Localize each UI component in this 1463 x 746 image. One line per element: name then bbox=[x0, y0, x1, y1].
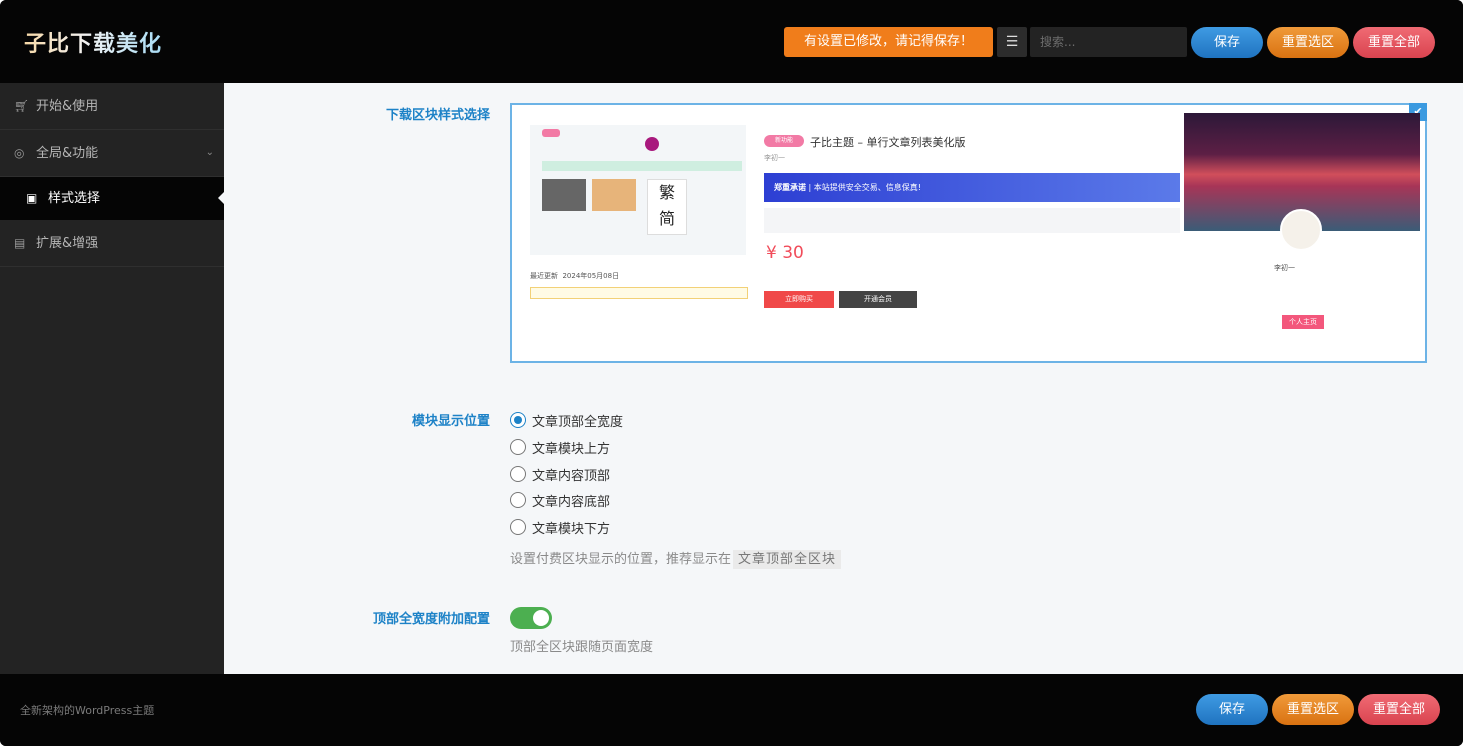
style-preview-option[interactable]: ✔ 繁 简 最近更新 2024年05月08日 新功能 子比主题 – 单行文章列表… bbox=[510, 103, 1427, 363]
preview-promise-text: 本站提供安全交易、信息保真! bbox=[813, 183, 921, 192]
option-label: 文章内容顶部 bbox=[532, 468, 611, 484]
sidebar-subitem-label: 样式选择 bbox=[48, 191, 101, 206]
radio-button[interactable] bbox=[510, 466, 526, 482]
sidebar-item-label: 开始&使用 bbox=[36, 99, 99, 114]
fullwidth-field-label: 顶部全宽度附加配置 bbox=[372, 612, 490, 627]
calendar-check-icon: ▤ bbox=[14, 236, 26, 250]
preview-avatar-dot bbox=[645, 137, 659, 151]
position-help-text: 设置付费区块显示的位置，推荐显示在 文章顶部全区块 bbox=[510, 548, 842, 569]
preview-update-date: 2024年05月08日 bbox=[562, 272, 620, 280]
app-logo: 子比下载美化 bbox=[24, 26, 162, 58]
option-label: 文章模块上方 bbox=[532, 441, 611, 457]
preview-badge: 新功能 bbox=[764, 135, 804, 147]
main-content: 下载区块样式选择 ✔ 繁 简 最近更新 2024年05月08日 新功能 子比主题… bbox=[224, 83, 1463, 674]
preview-feature-strip bbox=[764, 208, 1180, 233]
preview-pink-tag bbox=[542, 129, 560, 137]
radio-button[interactable] bbox=[510, 439, 526, 455]
preview-profile-button: 个人主页 bbox=[1282, 315, 1324, 329]
footer-save-button[interactable]: 保存 bbox=[1196, 694, 1268, 725]
option-label: 文章内容底部 bbox=[532, 494, 611, 510]
reset-all-button[interactable]: 重置全部 bbox=[1353, 27, 1435, 58]
preview-promise-title: 郑重承诺 bbox=[774, 183, 806, 192]
position-help-code: 文章顶部全区块 bbox=[733, 550, 842, 569]
sidebar-item-global[interactable]: ◎ 全局&功能 ⌄ bbox=[0, 130, 224, 177]
preview-char-top: 繁 bbox=[658, 183, 675, 202]
sidebar-item-label: 扩展&增强 bbox=[36, 236, 99, 251]
position-option-5[interactable]: 文章模块下方 bbox=[510, 517, 610, 537]
search-input[interactable] bbox=[1030, 27, 1187, 57]
unsaved-notice: 有设置已修改，请记得保存！ bbox=[784, 27, 993, 57]
image-icon: ▣ bbox=[26, 191, 38, 205]
settings-icon: ◎ bbox=[14, 146, 25, 160]
preview-update-label: 最近更新 bbox=[530, 272, 558, 280]
chevron-down-icon: ⌄ bbox=[205, 147, 214, 158]
sidebar-subitem-style[interactable]: ▣ 样式选择 bbox=[0, 177, 224, 220]
preview-title: 子比主题 – 单行文章列表美化版 bbox=[810, 136, 966, 149]
preview-author: 李初一 bbox=[764, 154, 785, 162]
radio-button[interactable] bbox=[510, 492, 526, 508]
preview-strip bbox=[542, 161, 742, 171]
footer-reset-all-button[interactable]: 重置全部 bbox=[1358, 694, 1440, 725]
position-help: 设置付费区块显示的位置，推荐显示在 bbox=[510, 552, 732, 567]
header: 子比下载美化 有设置已修改，请记得保存！ ☰ 保存 重置选区 重置全部 bbox=[0, 0, 1463, 83]
fullwidth-toggle[interactable] bbox=[510, 607, 552, 629]
expand-all-button[interactable]: ☰ bbox=[997, 27, 1027, 57]
sidebar-item-label: 全局&功能 bbox=[36, 146, 99, 161]
option-label: 文章顶部全宽度 bbox=[532, 414, 624, 430]
preview-warning-bar bbox=[530, 287, 748, 299]
preview-thumb bbox=[592, 179, 636, 211]
footer-reset-section-button[interactable]: 重置选区 bbox=[1272, 694, 1354, 725]
sidebar-item-start[interactable]: 🛒︎ 开始&使用 bbox=[0, 83, 224, 130]
preview-char-bottom: 简 bbox=[658, 209, 675, 228]
preview-profile-name: 李初一 bbox=[1274, 264, 1295, 272]
preview-thumb bbox=[542, 179, 586, 211]
preview-buy-button: 立即购买 bbox=[764, 291, 834, 308]
preview-vip-button: 开通会员 bbox=[839, 291, 917, 308]
cart-icon: 🛒︎ bbox=[14, 99, 30, 113]
footer-text: 全新架构的WordPress主题 bbox=[20, 704, 155, 717]
list-icon: ☰ bbox=[1005, 34, 1019, 50]
preview-update-row: 最近更新 2024年05月08日 bbox=[530, 271, 619, 281]
preview-price: ¥ 30 bbox=[766, 243, 804, 263]
position-option-3[interactable]: 文章内容顶部 bbox=[510, 464, 610, 484]
preview-profile-avatar bbox=[1280, 209, 1322, 251]
sidebar: 🛒︎ 开始&使用 ◎ 全局&功能 ⌄ ▣ 样式选择 ▤ 扩展&增强 bbox=[0, 83, 224, 674]
radio-button[interactable] bbox=[510, 519, 526, 535]
position-field-label: 模块显示位置 bbox=[411, 414, 490, 429]
preview-big-characters: 繁 简 bbox=[647, 179, 687, 235]
preview-promise-banner: 郑重承诺 | 本站提供安全交易、信息保真! bbox=[764, 173, 1180, 202]
footer: 全新架构的WordPress主题 保存 重置选区 重置全部 bbox=[0, 674, 1463, 746]
reset-section-button[interactable]: 重置选区 bbox=[1267, 27, 1349, 58]
app-frame: 子比下载美化 有设置已修改，请记得保存！ ☰ 保存 重置选区 重置全部 🛒︎ 开始… bbox=[0, 0, 1463, 746]
fullwidth-help-text: 顶部全区块跟随页面宽度 bbox=[510, 640, 654, 655]
position-option-4[interactable]: 文章内容底部 bbox=[510, 490, 610, 510]
radio-button[interactable] bbox=[510, 412, 526, 428]
save-button[interactable]: 保存 bbox=[1191, 27, 1263, 58]
position-option-1[interactable]: 文章顶部全宽度 bbox=[510, 410, 623, 430]
option-label: 文章模块下方 bbox=[532, 521, 611, 537]
sidebar-item-extend[interactable]: ▤ 扩展&增强 bbox=[0, 220, 224, 267]
style-field-label: 下载区块样式选择 bbox=[385, 108, 490, 123]
position-option-2[interactable]: 文章模块上方 bbox=[510, 437, 610, 457]
